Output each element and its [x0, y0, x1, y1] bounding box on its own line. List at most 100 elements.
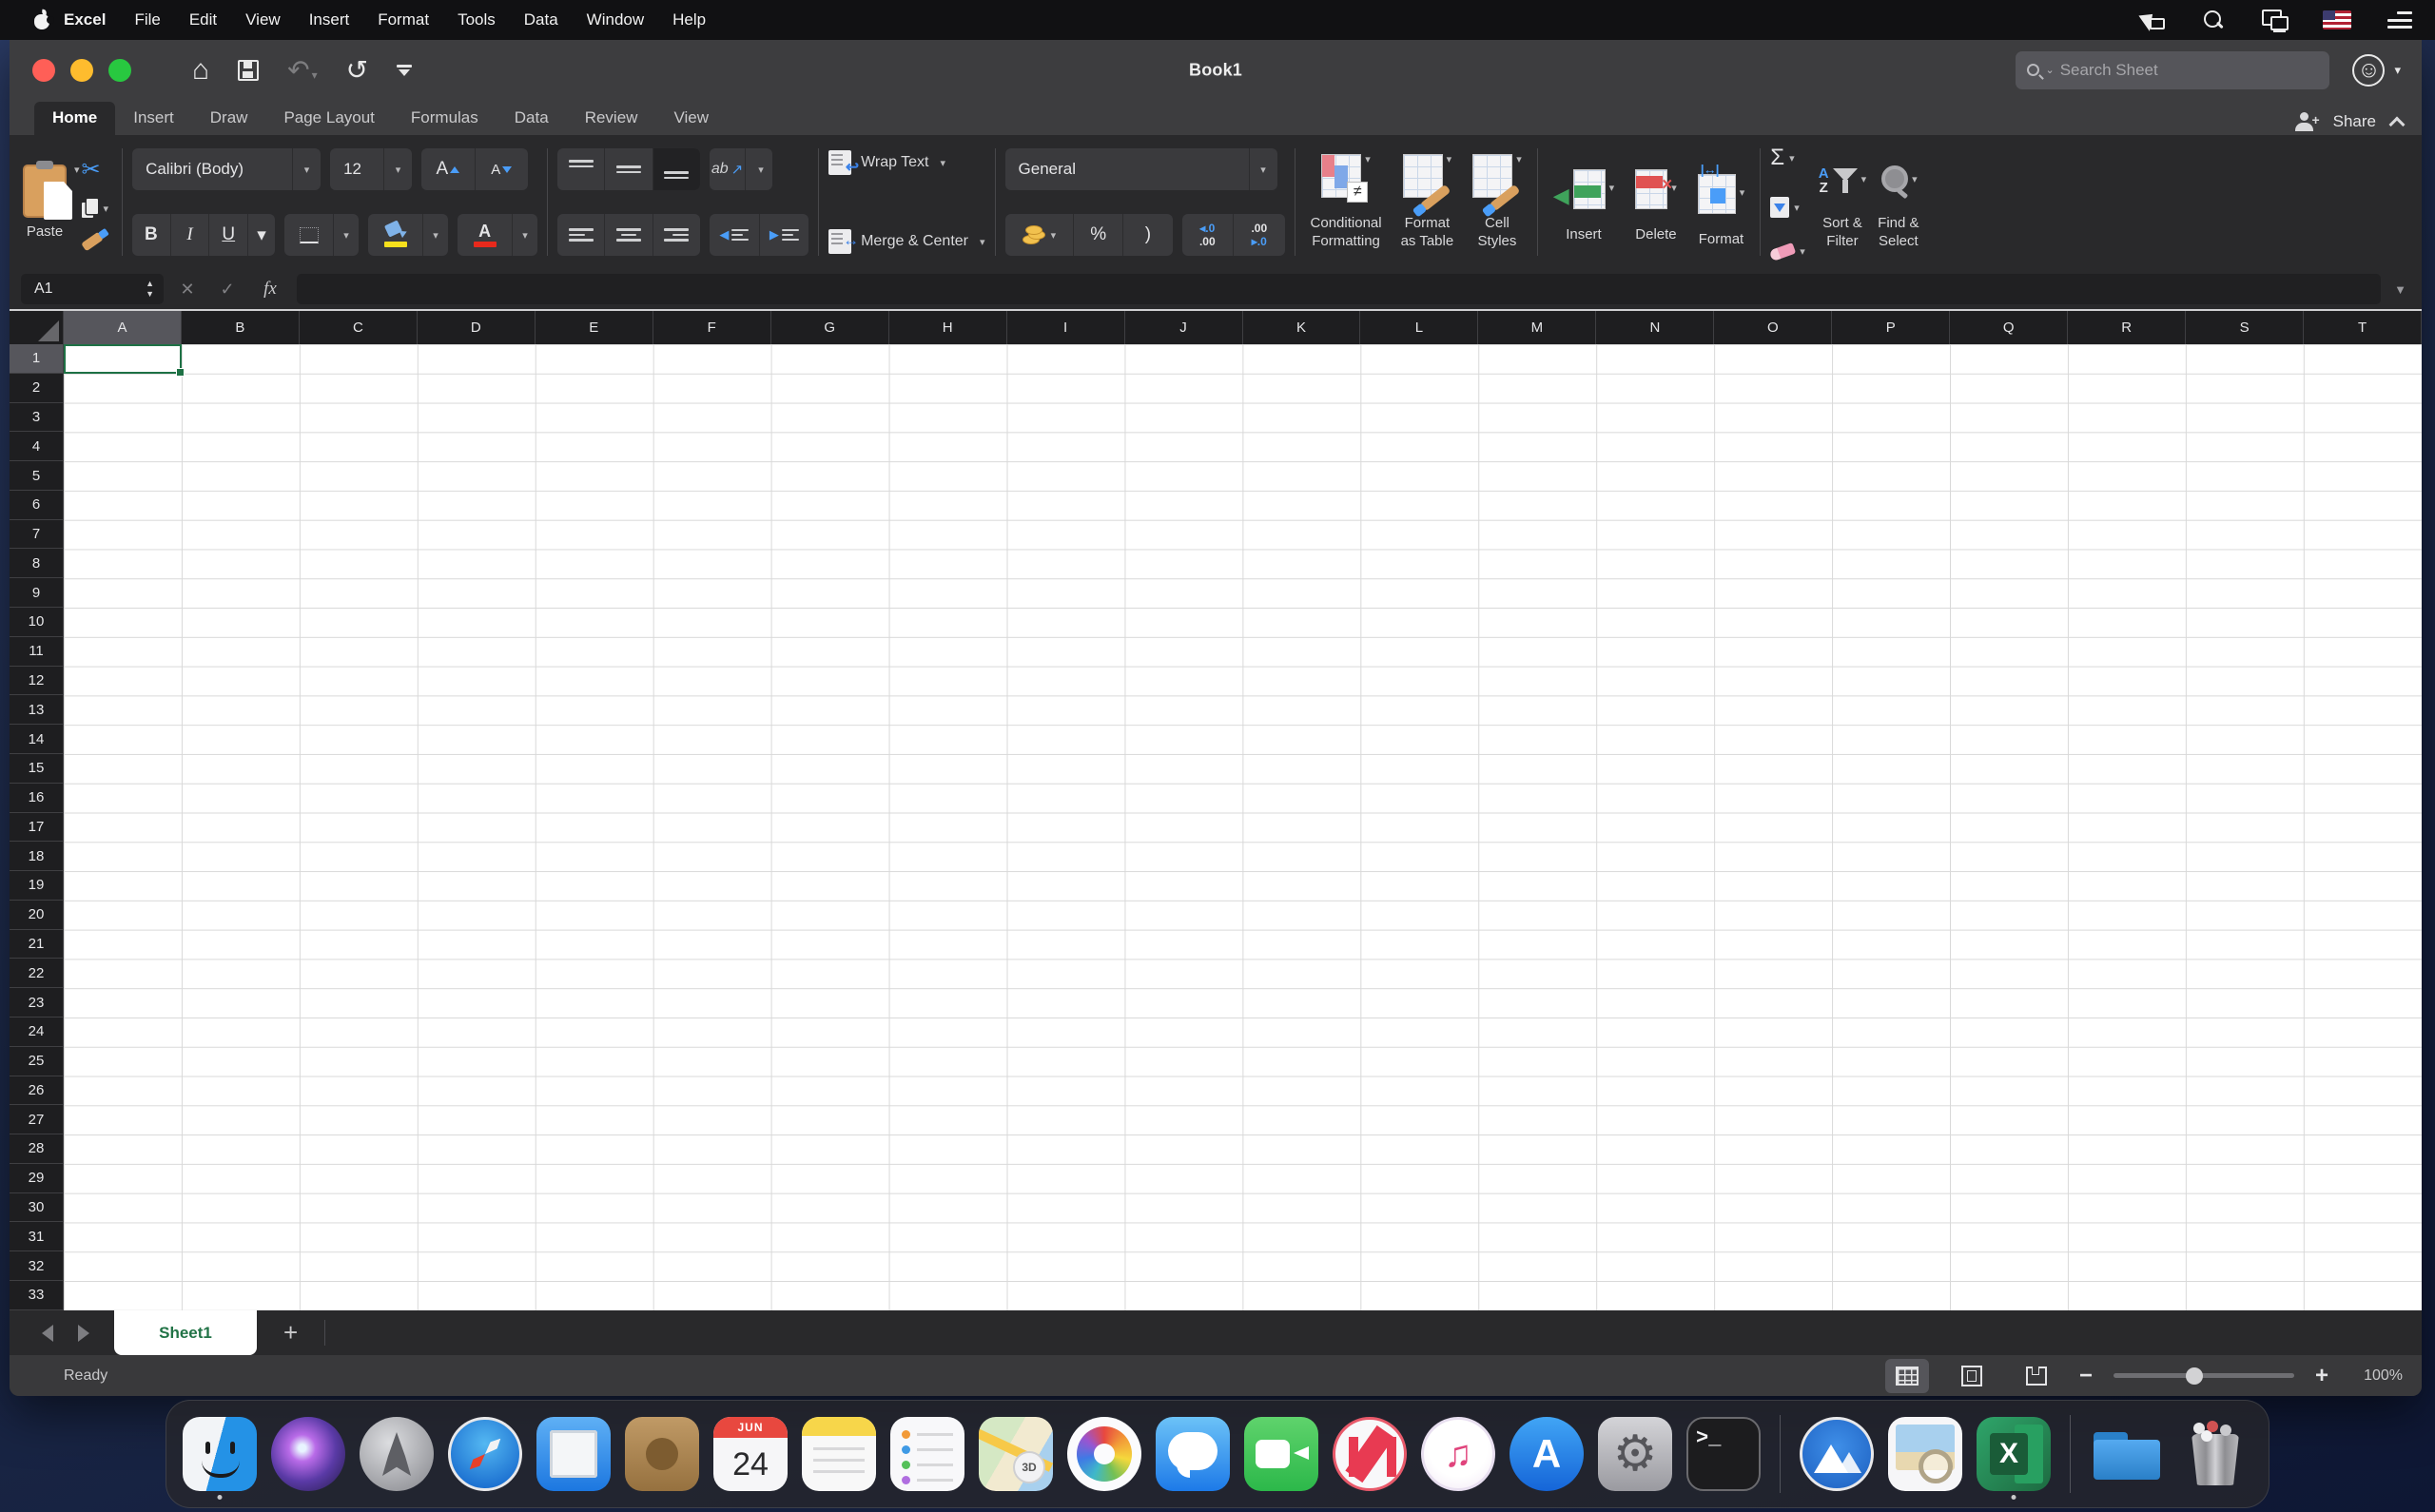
dock-item-siri[interactable] [270, 1408, 346, 1500]
share-button[interactable]: Share [2333, 112, 2376, 131]
menu-format[interactable]: Format [378, 10, 429, 29]
dock-item-calendar[interactable]: JUN 24 [712, 1408, 789, 1500]
dock-item-app-store[interactable]: A [1509, 1408, 1585, 1500]
menu-app-name[interactable]: Excel [64, 10, 106, 29]
add-sheet-button[interactable]: + [257, 1310, 324, 1355]
row-header-12[interactable]: 12 [10, 666, 64, 696]
column-header-f[interactable]: F [653, 311, 771, 344]
borders-dropdown-icon[interactable]: ▾ [334, 214, 359, 256]
row-header-21[interactable]: 21 [10, 929, 64, 960]
orientation-dropdown-icon[interactable]: ▾ [750, 148, 772, 190]
apple-menu-icon[interactable] [34, 9, 54, 29]
sheet-tab-sheet1[interactable]: Sheet1 [114, 1310, 257, 1355]
row-header-6[interactable]: 6 [10, 490, 64, 520]
dock-item-facetime[interactable] [1243, 1408, 1319, 1500]
dock-item-terminal[interactable]: >_ [1685, 1408, 1762, 1500]
dock-item-app-blue-mountain[interactable] [1799, 1408, 1875, 1500]
paste-button[interactable]: Paste [23, 161, 67, 240]
row-header-16[interactable]: 16 [10, 783, 64, 813]
menu-help[interactable]: Help [672, 10, 706, 29]
fill-button[interactable]: ▾ [1770, 197, 1805, 218]
row-header-15[interactable]: 15 [10, 753, 64, 784]
expand-formula-bar-icon[interactable]: ▼ [2388, 282, 2412, 297]
save-icon[interactable] [238, 59, 260, 81]
column-header-c[interactable]: C [300, 311, 418, 344]
name-box[interactable]: A1 ▲ ▼ [21, 274, 164, 304]
insert-function-icon[interactable]: fx [251, 279, 289, 300]
text-orientation-button[interactable]: ab ↗ [710, 148, 747, 190]
column-header-h[interactable]: H [889, 311, 1007, 344]
decrease-indent-button[interactable]: ◀ [710, 214, 760, 256]
row-header-8[interactable]: 8 [10, 549, 64, 579]
font-color-dropdown-icon[interactable]: ▾ [513, 214, 537, 256]
scroll-sheets-left-icon[interactable] [42, 1324, 53, 1342]
underline-button[interactable]: U [209, 214, 249, 256]
row-header-3[interactable]: 3 [10, 402, 64, 433]
comma-format-button[interactable]: ) [1123, 214, 1172, 256]
ribbon-tab-data[interactable]: Data [497, 102, 567, 135]
menu-data[interactable]: Data [524, 10, 558, 29]
row-header-25[interactable]: 25 [10, 1046, 64, 1076]
row-header-26[interactable]: 26 [10, 1076, 64, 1106]
zoom-slider[interactable] [2113, 1367, 2294, 1385]
column-header-j[interactable]: J [1125, 311, 1243, 344]
row-header-5[interactable]: 5 [10, 461, 64, 491]
notification-center-icon[interactable] [2387, 10, 2412, 29]
confirm-entry-icon[interactable]: ✓ [211, 280, 244, 300]
row-header-18[interactable]: 18 [10, 842, 64, 872]
selected-cell-a1[interactable] [64, 344, 185, 377]
spotlight-search-icon[interactable] [2201, 9, 2226, 31]
copy-icon[interactable] [81, 199, 98, 219]
page-break-view-button[interactable] [2015, 1359, 2058, 1393]
underline-dropdown-icon[interactable]: ▾ [248, 214, 275, 256]
increase-decimal-button[interactable]: ◂.0 .00 [1182, 214, 1235, 256]
customize-toolbar-icon[interactable] [397, 64, 413, 76]
select-all-button[interactable] [10, 311, 64, 344]
menu-window[interactable]: Window [587, 10, 644, 29]
italic-button[interactable]: I [171, 214, 210, 256]
find-select-button[interactable]: ▾ Find & Select [1872, 150, 1924, 255]
align-center-button[interactable] [605, 214, 653, 256]
dock-item-notes[interactable] [801, 1408, 877, 1500]
ribbon-tab-page-layout[interactable]: Page Layout [265, 102, 392, 135]
name-box-spinner[interactable]: ▲ ▼ [146, 280, 164, 299]
row-header-29[interactable]: 29 [10, 1163, 64, 1193]
sort-filter-button[interactable]: AZ ▾ Sort & Filter [1813, 150, 1872, 255]
scroll-sheets-right-icon[interactable] [78, 1324, 89, 1342]
dock-item-messages[interactable] [1155, 1408, 1231, 1500]
column-header-k[interactable]: K [1243, 311, 1361, 344]
column-header-l[interactable]: L [1360, 311, 1479, 344]
row-header-33[interactable]: 33 [10, 1281, 64, 1310]
merge-center-button[interactable]: ↔ Merge & Center ▾ [828, 229, 985, 254]
ribbon-tab-view[interactable]: View [655, 102, 727, 135]
column-header-q[interactable]: Q [1950, 311, 2069, 344]
search-scope-chevron-icon[interactable]: ⌄ [2045, 64, 2054, 76]
zoom-window-button[interactable] [108, 58, 131, 82]
search-input[interactable] [2059, 60, 2319, 80]
page-layout-view-button[interactable] [1950, 1359, 1994, 1393]
align-top-button[interactable] [557, 148, 606, 190]
row-header-19[interactable]: 19 [10, 871, 64, 901]
zoom-slider-thumb[interactable] [2186, 1367, 2204, 1385]
row-header-4[interactable]: 4 [10, 432, 64, 462]
formula-input[interactable] [297, 274, 2382, 304]
currency-format-button[interactable]: ▾ [1005, 214, 1075, 256]
menu-file[interactable]: File [134, 10, 160, 29]
font-size-dropdown[interactable]: 12 ▾ [330, 148, 413, 190]
column-header-e[interactable]: E [536, 311, 653, 344]
font-name-dropdown[interactable]: Calibri (Body) ▾ [132, 148, 321, 190]
fill-color-button[interactable] [368, 214, 424, 256]
format-painter-icon[interactable] [80, 231, 104, 251]
increase-indent-button[interactable]: ▶ [760, 214, 809, 256]
increase-font-size-button[interactable]: A [421, 148, 476, 190]
dock-item-safari[interactable] [447, 1408, 523, 1500]
menu-edit[interactable]: Edit [189, 10, 217, 29]
column-header-r[interactable]: R [2068, 311, 2187, 344]
autosum-button[interactable]: Σ ▾ [1770, 146, 1805, 169]
dock-item-trash[interactable] [2177, 1408, 2253, 1500]
percent-format-button[interactable]: % [1074, 214, 1124, 256]
feedback-smiley-icon[interactable]: ☺ [2352, 53, 2386, 87]
paste-dropdown-icon[interactable]: ▾ [74, 164, 80, 176]
delete-cells-button[interactable]: × ▾ Delete [1629, 156, 1683, 248]
dock-item-photos[interactable] [1066, 1408, 1142, 1500]
